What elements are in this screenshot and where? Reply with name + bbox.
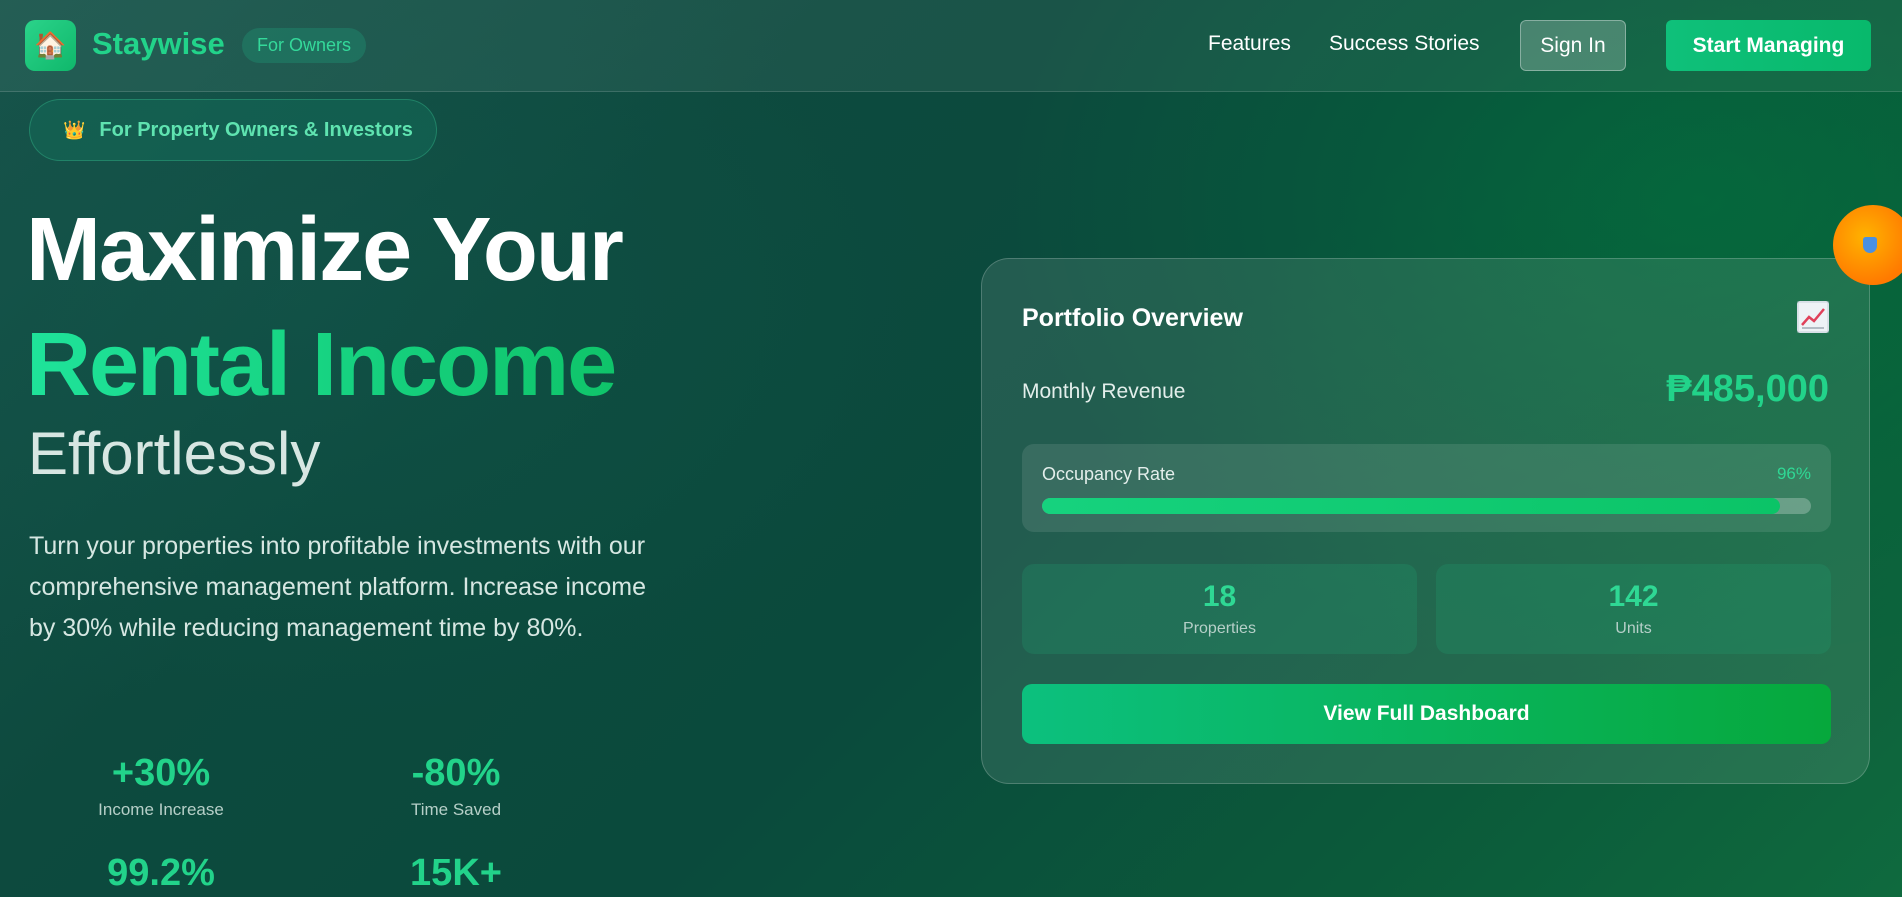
- crown-icon: 👑: [63, 119, 86, 140]
- brand-name[interactable]: Staywise: [92, 26, 225, 62]
- stat-label: Time Saved: [410, 800, 502, 819]
- hero-title-line3: Effortlessly: [28, 420, 321, 487]
- stat-label: Income Increase: [98, 800, 224, 819]
- occupancy-progress-fill: [1042, 498, 1781, 514]
- revenue-label: Monthly Revenue: [1022, 380, 1186, 403]
- header: 🏠 Staywise For Owners Features Success S…: [0, 0, 1902, 92]
- house-icon[interactable]: 🏠: [25, 20, 76, 71]
- start-managing-button[interactable]: Start Managing: [1666, 20, 1871, 71]
- stat-value: -80%: [411, 752, 501, 794]
- stat-value: 99.2%: [107, 852, 215, 894]
- hero-title-line2: Rental Income: [26, 315, 617, 415]
- stat-uptime: 99.2%: [31, 854, 291, 892]
- units-label: Units: [1615, 620, 1652, 637]
- stat-value: +30%: [111, 752, 211, 794]
- portfolio-card: Portfolio Overview Monthly Revenue ₱485,…: [981, 258, 1870, 784]
- stat-income: +30% Income Increase: [31, 754, 291, 820]
- page: 🏠 Staywise For Owners Features Success S…: [0, 0, 1902, 897]
- occupancy-progress-track: [1042, 498, 1811, 514]
- properties-label: Properties: [1183, 620, 1256, 637]
- nav-success-stories[interactable]: Success Stories: [1329, 32, 1480, 56]
- properties-tile: 18 Properties: [1022, 564, 1417, 654]
- for-owners-pill: For Owners: [242, 28, 367, 63]
- occupancy-box: Occupancy Rate 96%: [1022, 444, 1831, 532]
- stat-time: -80% Time Saved: [326, 754, 586, 820]
- revenue-value: ₱485,000: [1666, 368, 1829, 410]
- stat-value: 15K+: [410, 852, 502, 894]
- occupancy-label: Occupancy Rate: [1042, 464, 1176, 484]
- hero-title-line1: Maximize Your: [26, 200, 624, 300]
- chart-icon: [1797, 301, 1829, 333]
- nav-features[interactable]: Features: [1208, 32, 1291, 56]
- sign-in-button[interactable]: Sign In: [1520, 20, 1626, 71]
- owners-badge: 👑 For Property Owners & Investors: [29, 99, 437, 161]
- units-tile: 142 Units: [1436, 564, 1831, 654]
- badge-label: For Property Owners & Investors: [99, 118, 413, 141]
- units-value: 142: [1608, 580, 1659, 613]
- hero-description: Turn your properties into profitable inv…: [29, 532, 646, 642]
- card-title: Portfolio Overview: [1022, 304, 1243, 332]
- properties-value: 18: [1202, 580, 1237, 613]
- stat-users: 15K+: [326, 854, 586, 892]
- occupancy-value: 96%: [1776, 464, 1811, 483]
- shield-icon: [1863, 237, 1877, 253]
- view-dashboard-button[interactable]: View Full Dashboard: [1022, 684, 1831, 744]
